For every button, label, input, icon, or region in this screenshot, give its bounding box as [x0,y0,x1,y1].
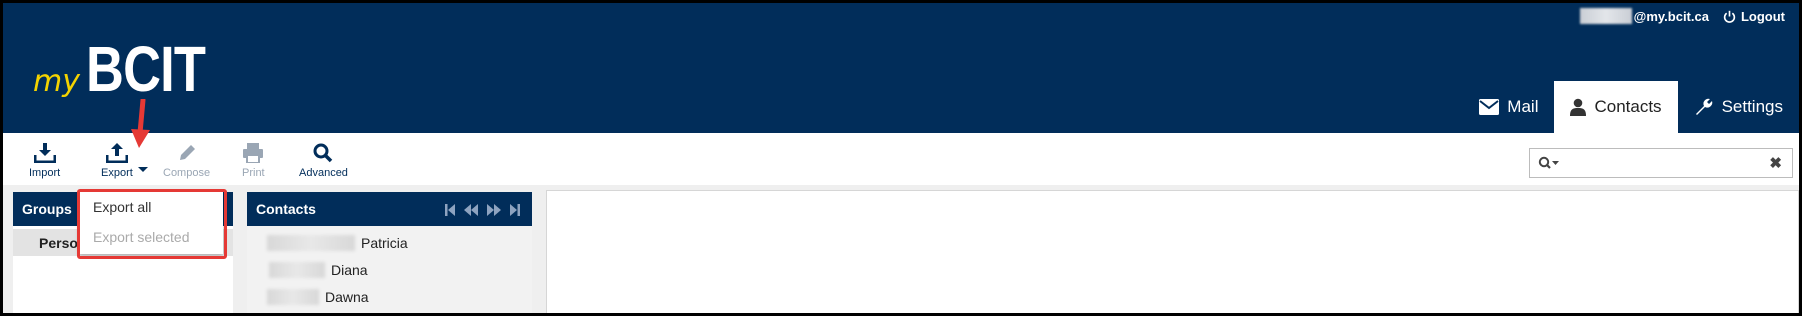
envelope-icon [1479,99,1500,115]
contact-row[interactable]: Patricia [247,229,532,256]
export-button[interactable]: Export [101,143,133,179]
contacts-pager [445,203,520,219]
printer-icon [243,143,264,163]
import-button[interactable]: Import [29,143,60,179]
contact-name: Dawna [325,288,369,305]
import-icon [33,143,56,163]
advanced-label: Advanced [299,167,348,179]
tab-settings[interactable]: Settings [1678,81,1799,133]
annotation-arrow-icon [131,99,150,148]
contacts-title: Contacts [256,201,316,217]
contacts-header: Contacts [247,192,532,226]
tab-contacts-label: Contacts [1594,97,1662,116]
logout-label: Logout [1740,8,1785,24]
user-bar: @my.bcit.ca Logout [1579,8,1785,24]
export-dropdown-caret-icon[interactable] [138,167,148,172]
last-page-icon[interactable] [510,203,520,219]
contact-name: Diana [331,261,368,278]
first-page-icon[interactable] [445,203,455,219]
quick-search-input[interactable]: ✖ [1529,148,1793,178]
mybcit-logo[interactable]: my BCIT [33,37,231,101]
user-email: @my.bcit.ca [1579,8,1709,24]
logo-my-text: my [33,64,80,99]
group-item-label: Perso [39,234,78,251]
top-header: my BCIT @my.bcit.ca Logout Mail Contacts… [3,3,1799,133]
import-label: Import [29,167,61,179]
export-label: Export [101,167,133,179]
print-label: Print [242,167,265,179]
user-email-domain: @my.bcit.ca [1633,8,1709,24]
magnifier-icon [313,143,333,163]
tab-settings-label: Settings [1721,97,1783,116]
contact-row[interactable]: Diana [247,256,532,283]
contact-row[interactable]: Dawna [247,283,532,310]
search-options-icon[interactable] [1538,156,1560,170]
pencil-icon [179,145,195,160]
compose-button[interactable]: Compose [163,143,210,179]
contacts-list: Patricia Diana Dawna [247,226,532,313]
annotation-highlight-box [77,189,227,259]
groups-title: Groups [22,201,72,217]
app-frame: my BCIT @my.bcit.ca Logout Mail Contacts… [0,0,1802,316]
tab-contacts[interactable]: Contacts [1554,81,1678,133]
export-icon [105,143,128,163]
advanced-search-button[interactable]: Advanced [299,143,348,179]
print-button[interactable]: Print [242,143,265,179]
contact-detail-pane [546,190,1799,313]
logout-link[interactable]: Logout [1723,9,1785,24]
next-page-icon[interactable] [487,203,501,219]
logo-bcit-text: BCIT [85,33,206,105]
search-clear-icon[interactable]: ✖ [1769,154,1782,172]
previous-page-icon[interactable] [464,203,478,219]
redacted-surname [269,261,325,278]
power-icon [1723,10,1736,23]
contact-name: Patricia [361,234,408,251]
redacted-surname [267,288,319,305]
tab-mail[interactable]: Mail [1463,81,1554,133]
redacted-username [1579,8,1632,24]
main-tabs: Mail Contacts Settings [1463,81,1799,133]
redacted-surname [267,234,355,251]
wrench-icon [1695,98,1712,115]
compose-label: Compose [163,167,211,179]
person-icon [1570,98,1587,116]
tab-mail-label: Mail [1507,97,1539,116]
